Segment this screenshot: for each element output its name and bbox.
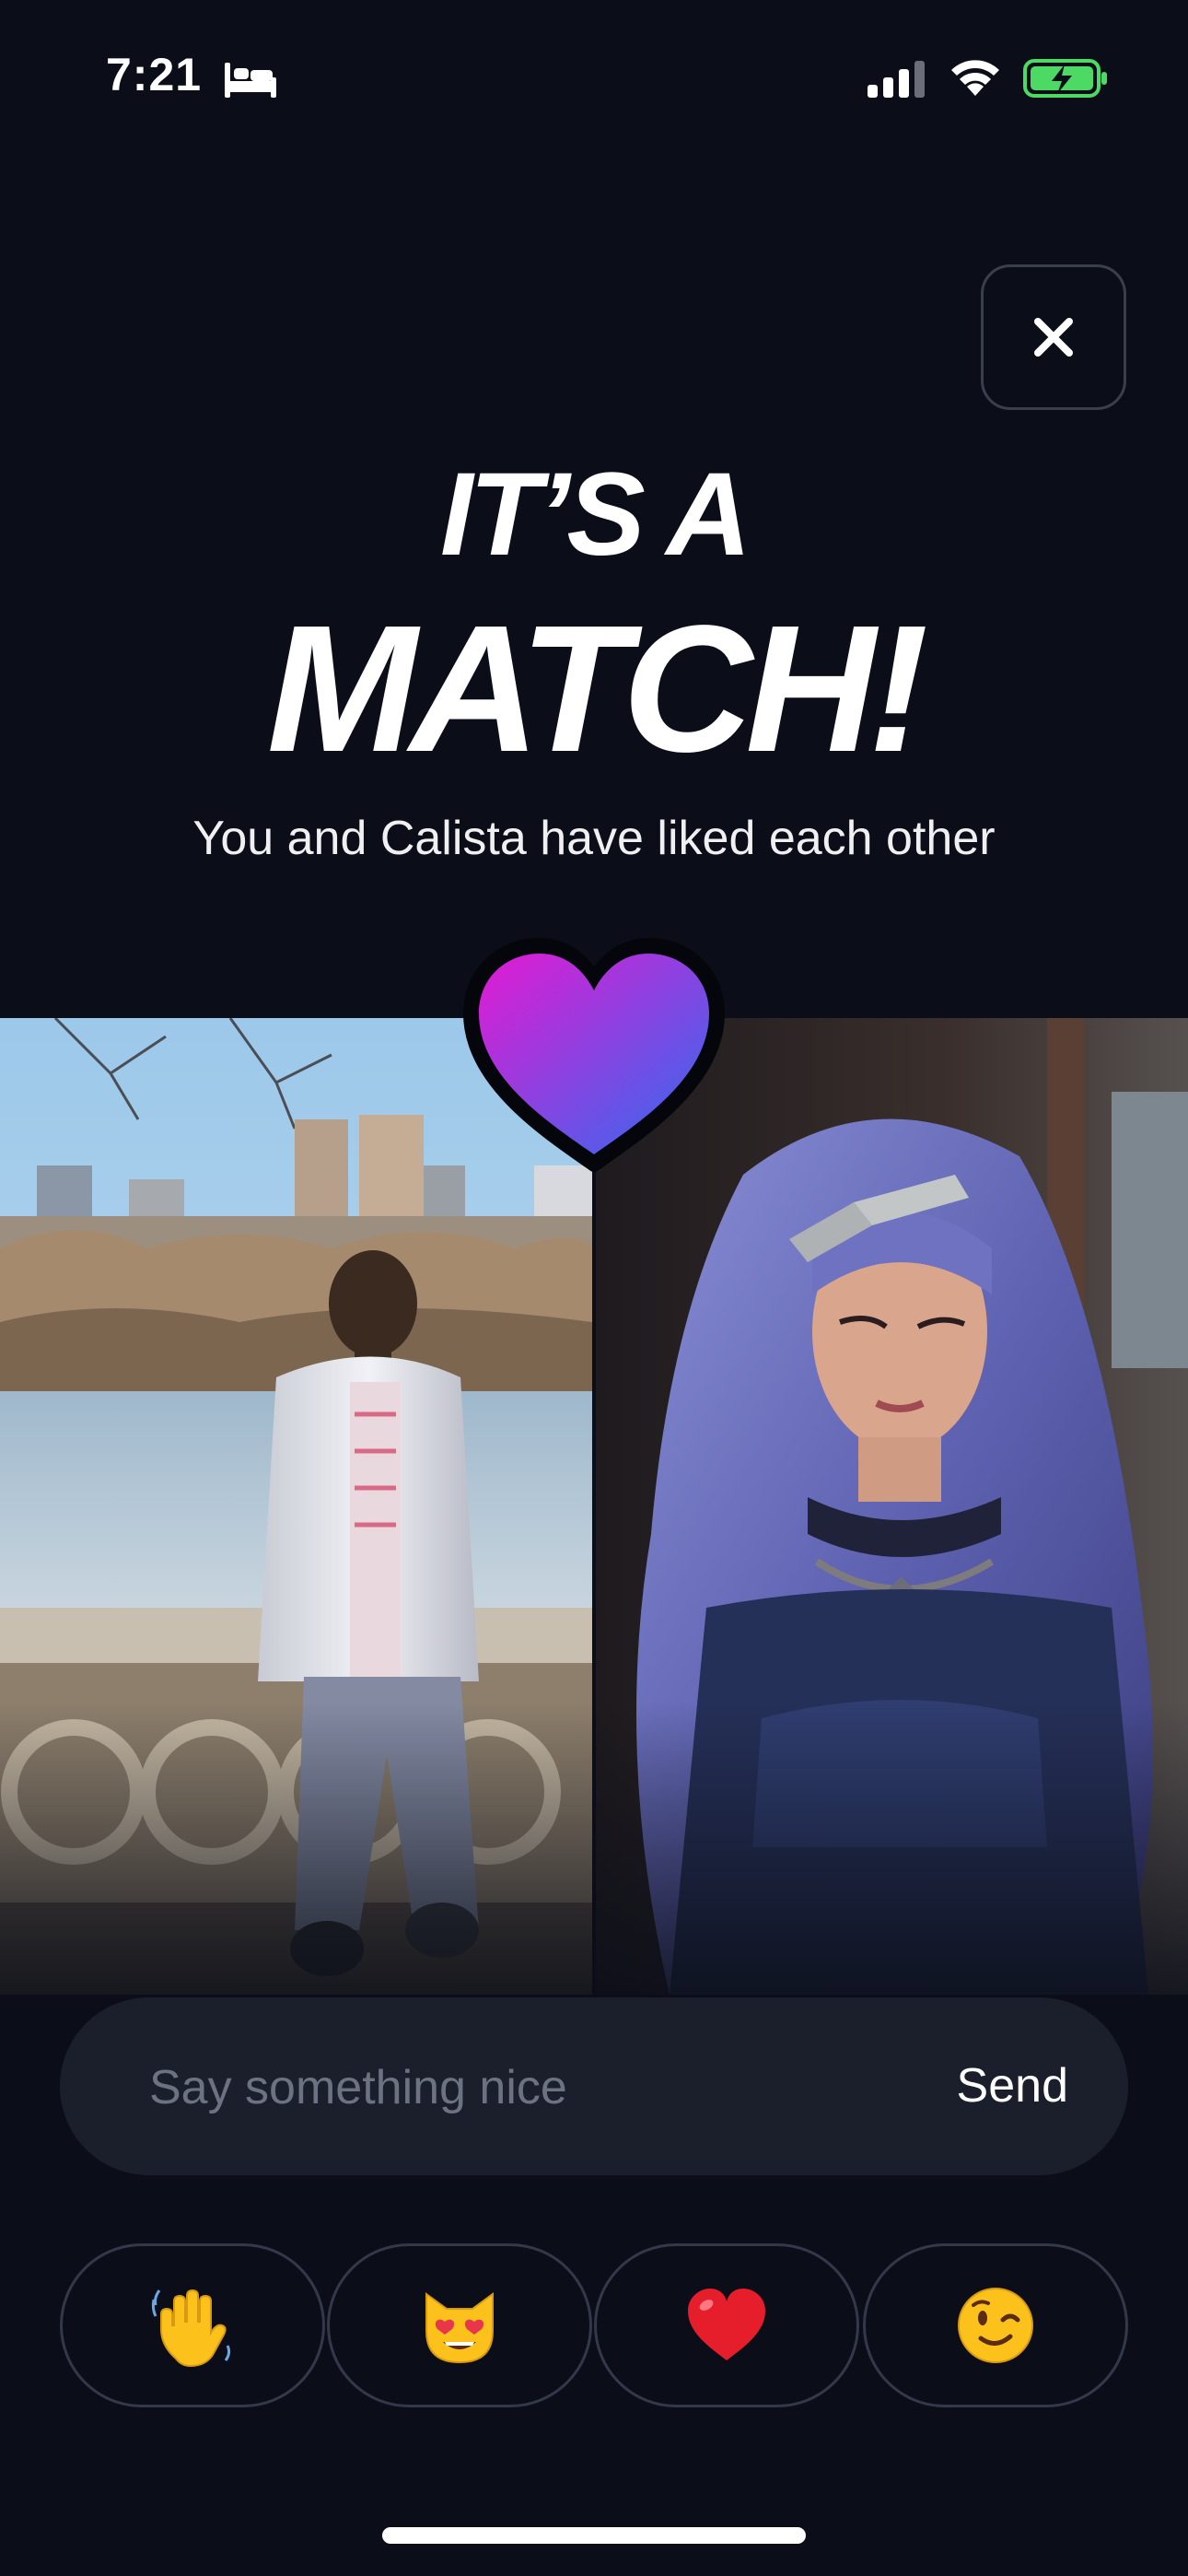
waving-hand-button[interactable] (60, 2243, 325, 2407)
red-heart-emoji (688, 2289, 765, 2360)
send-button[interactable]: Send (957, 1997, 1068, 2175)
close-button[interactable] (981, 264, 1126, 410)
wifi-icon (951, 60, 999, 96)
heart-eyes-cat-emoji (425, 2292, 494, 2364)
message-composer: Send (60, 1997, 1128, 2177)
heart-icon (463, 938, 725, 1172)
waving-hand-emoji (151, 2289, 231, 2368)
status-time: 7:21 (106, 49, 203, 100)
status-bar: 7:21 (0, 0, 1188, 157)
match-title: MATCH! (266, 588, 928, 790)
winking-face-button[interactable] (863, 2243, 1128, 2407)
home-indicator[interactable] (382, 2527, 806, 2544)
bed-icon (225, 63, 276, 98)
quick-reactions (60, 2243, 1128, 2407)
heart-eyes-cat-button[interactable] (327, 2243, 592, 2407)
red-heart-button[interactable] (594, 2243, 859, 2407)
close-icon (1034, 318, 1073, 357)
battery-charging-icon (1023, 59, 1107, 98)
match-title-top: IT’S A (440, 449, 751, 580)
winking-face-emoji (958, 2288, 1033, 2363)
message-input[interactable] (147, 1997, 888, 2177)
cellular-signal-icon (868, 61, 925, 98)
match-subtitle: You and Calista have liked each other (192, 812, 996, 865)
